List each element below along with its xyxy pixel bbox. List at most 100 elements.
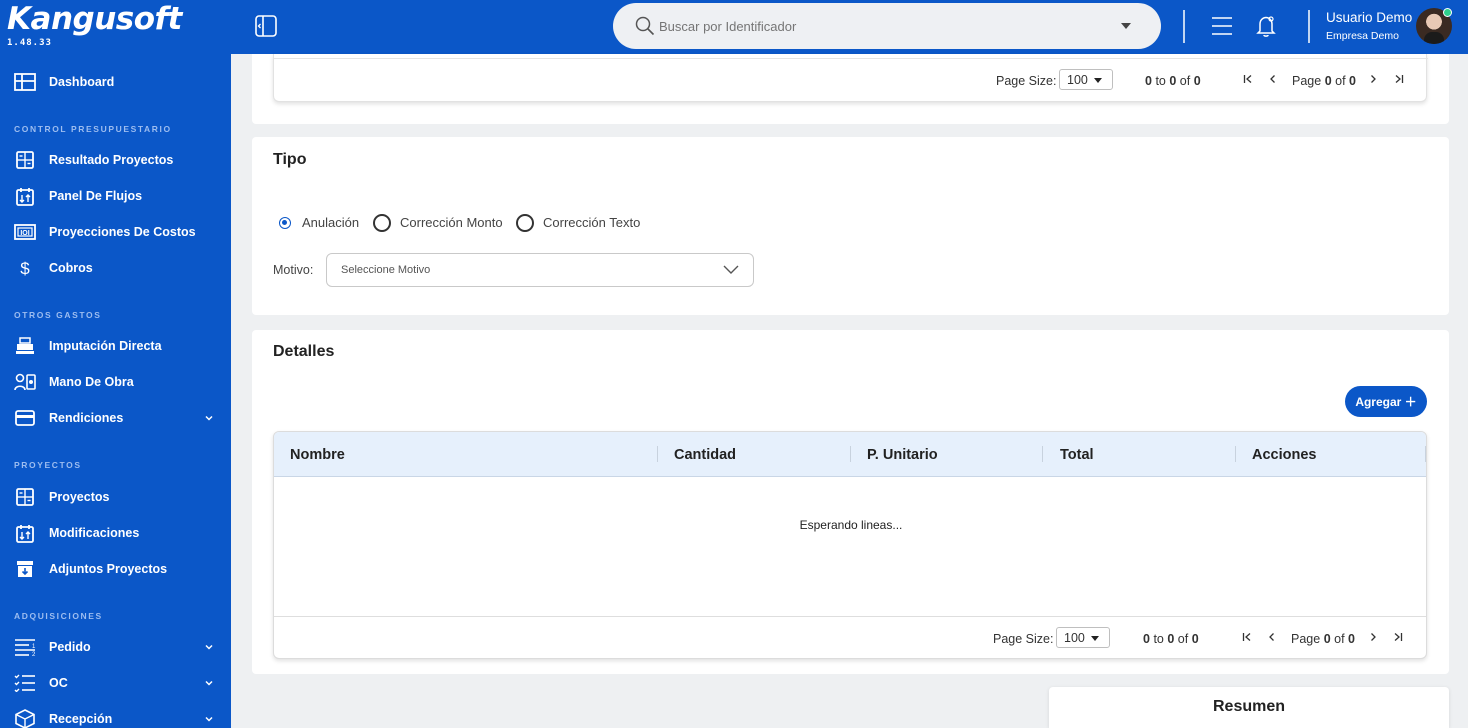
workers-icon bbox=[14, 372, 36, 392]
next-page-icon[interactable] bbox=[1366, 72, 1380, 86]
section-otros-gastos: OTROS GASTOS bbox=[14, 310, 102, 320]
detalles-card: Detalles Agregar ＋ Nombre Cantidad P. Un… bbox=[252, 330, 1449, 674]
motivo-select[interactable]: Seleccione Motivo bbox=[326, 253, 754, 287]
motivo-label: Motivo: bbox=[273, 263, 314, 277]
app-version: 1.48.33 bbox=[7, 38, 52, 48]
column-separator bbox=[850, 446, 851, 462]
sidebar-item-label: Modificaciones bbox=[49, 526, 140, 540]
radio-label[interactable]: Corrección Monto bbox=[400, 215, 503, 230]
grid-footer: Page Size: 100 0 to 0 of 0 Page 0 of 0 bbox=[273, 54, 1428, 103]
column-header-total[interactable]: Total bbox=[1060, 447, 1094, 463]
radio-correccion-monto[interactable] bbox=[373, 214, 391, 232]
caret-down-icon bbox=[1091, 636, 1099, 641]
pagination-bar: Page Size: 100 0 to 0 of 0 Page 0 of 0 bbox=[274, 59, 1428, 103]
chevron-down-icon bbox=[205, 415, 213, 421]
last-page-icon[interactable] bbox=[1392, 72, 1406, 86]
header-divider bbox=[274, 476, 1426, 477]
sidebar-item-label: Resultado Proyectos bbox=[49, 153, 174, 167]
row-count: 0 to 0 of 0 bbox=[1143, 632, 1199, 646]
sidebar-item-label: Rendiciones bbox=[49, 411, 124, 425]
sidebar-item-cobros[interactable]: $ Cobros bbox=[0, 250, 231, 286]
page-size-select[interactable]: 100 bbox=[1059, 69, 1113, 90]
column-separator bbox=[657, 446, 658, 462]
sidebar-item-label: Recepción bbox=[49, 712, 113, 726]
user-name[interactable]: Usuario Demo bbox=[1326, 10, 1412, 25]
sidebar-item-resultado-proyectos[interactable]: Resultado Proyectos bbox=[0, 142, 231, 178]
company-name: Empresa Demo bbox=[1326, 30, 1399, 42]
sidebar-item-pedido[interactable]: 12 Pedido bbox=[0, 629, 231, 665]
resumen-card: Resumen bbox=[1049, 687, 1449, 728]
sidebar-toggle-icon[interactable] bbox=[255, 15, 277, 37]
caret-down-icon bbox=[1094, 78, 1102, 83]
column-header-nombre[interactable]: Nombre bbox=[290, 447, 345, 463]
column-header-cantidad[interactable]: Cantidad bbox=[674, 447, 736, 463]
money-icon: IOI bbox=[14, 222, 36, 242]
next-page-icon[interactable] bbox=[1366, 630, 1380, 644]
radio-correccion-texto[interactable] bbox=[516, 214, 534, 232]
column-separator bbox=[1425, 446, 1426, 462]
sidebar-item-label: Pedido bbox=[49, 640, 91, 654]
sidebar-item-oc[interactable]: OC bbox=[0, 665, 231, 701]
svg-text:$: $ bbox=[20, 259, 30, 278]
divider bbox=[1183, 10, 1185, 43]
sidebar-item-panel-de-flujos[interactable]: Panel De Flujos bbox=[0, 178, 231, 214]
last-page-icon[interactable] bbox=[1391, 630, 1405, 644]
menu-icon[interactable] bbox=[1211, 14, 1233, 38]
radio-label[interactable]: Anulación bbox=[302, 215, 359, 230]
calculator-icon bbox=[14, 487, 36, 507]
sidebar-item-dashboard[interactable]: Dashboard bbox=[0, 64, 231, 100]
section-title: Detalles bbox=[273, 343, 335, 360]
sidebar-item-adjuntos-proyectos[interactable]: Adjuntos Proyectos bbox=[0, 551, 231, 587]
caret-down-icon[interactable] bbox=[1121, 23, 1131, 29]
dollar-icon: $ bbox=[14, 258, 36, 278]
svg-text:1: 1 bbox=[32, 644, 36, 650]
previous-grid-card: Page Size: 100 0 to 0 of 0 Page 0 of 0 bbox=[252, 54, 1449, 124]
first-page-icon[interactable] bbox=[1240, 630, 1254, 644]
sidebar-item-label: Cobros bbox=[49, 261, 93, 275]
previous-page-icon[interactable] bbox=[1266, 72, 1280, 86]
sidebar-item-proyectos[interactable]: Proyectos bbox=[0, 479, 231, 515]
page-size-label: Page Size: bbox=[996, 74, 1057, 88]
sidebar-item-label: Mano De Obra bbox=[49, 375, 134, 389]
add-line-button[interactable]: Agregar ＋ bbox=[1345, 386, 1427, 417]
archive-icon bbox=[14, 559, 36, 579]
list-icon: 12 bbox=[14, 637, 36, 657]
calculator-icon bbox=[14, 150, 36, 170]
topbar: Usuario Demo Empresa Demo bbox=[231, 0, 1468, 54]
sidebar-item-label: Proyecciones De Costos bbox=[49, 225, 196, 239]
search-input[interactable] bbox=[659, 16, 1099, 36]
section-title: Tipo bbox=[273, 151, 307, 168]
sidebar-item-imputacion-directa[interactable]: Imputación Directa bbox=[0, 328, 231, 364]
grid-header: Nombre Cantidad P. Unitario Total Accion… bbox=[274, 432, 1426, 476]
sidebar-item-recepcion[interactable]: Recepción bbox=[0, 701, 231, 728]
detalles-grid: Nombre Cantidad P. Unitario Total Accion… bbox=[273, 431, 1427, 659]
row-count: 0 to 0 of 0 bbox=[1145, 74, 1201, 88]
sidebar-item-label: Imputación Directa bbox=[49, 339, 162, 353]
sidebar-item-mano-de-obra[interactable]: Mano De Obra bbox=[0, 364, 231, 400]
sidebar-item-label: OC bbox=[49, 676, 68, 690]
bell-icon[interactable] bbox=[1255, 14, 1277, 38]
page-size-select[interactable]: 100 bbox=[1056, 627, 1110, 648]
chevron-down-icon bbox=[205, 644, 213, 650]
sidebar-item-modificaciones[interactable]: Modificaciones bbox=[0, 515, 231, 551]
section-adquisiciones: ADQUISICIONES bbox=[14, 611, 103, 621]
sidebar-item-rendiciones[interactable]: Rendiciones bbox=[0, 400, 231, 436]
column-separator bbox=[1042, 446, 1043, 462]
chevron-down-icon bbox=[723, 265, 739, 274]
previous-page-icon[interactable] bbox=[1265, 630, 1279, 644]
brand-logo[interactable]: Kangusoft 1.48.33 bbox=[7, 0, 182, 48]
column-header-p-unitario[interactable]: P. Unitario bbox=[867, 447, 938, 463]
box-icon bbox=[14, 709, 36, 728]
column-header-acciones[interactable]: Acciones bbox=[1252, 447, 1316, 463]
first-page-icon[interactable] bbox=[1241, 72, 1255, 86]
radio-label[interactable]: Corrección Texto bbox=[543, 215, 640, 230]
sidebar-item-proyecciones-de-costos[interactable]: IOI Proyecciones De Costos bbox=[0, 214, 231, 250]
radio-anulacion[interactable] bbox=[279, 217, 291, 229]
section-control-presupuestario: CONTROL PRESUPUESTARIO bbox=[14, 124, 172, 134]
search-bar[interactable] bbox=[613, 3, 1161, 49]
dashboard-icon bbox=[14, 72, 36, 92]
sidebar-item-label: Panel De Flujos bbox=[49, 189, 143, 203]
motivo-placeholder: Seleccione Motivo bbox=[341, 264, 431, 276]
page-indicator: Page 0 of 0 bbox=[1292, 74, 1356, 88]
sidebar-item-label: Proyectos bbox=[49, 490, 110, 504]
